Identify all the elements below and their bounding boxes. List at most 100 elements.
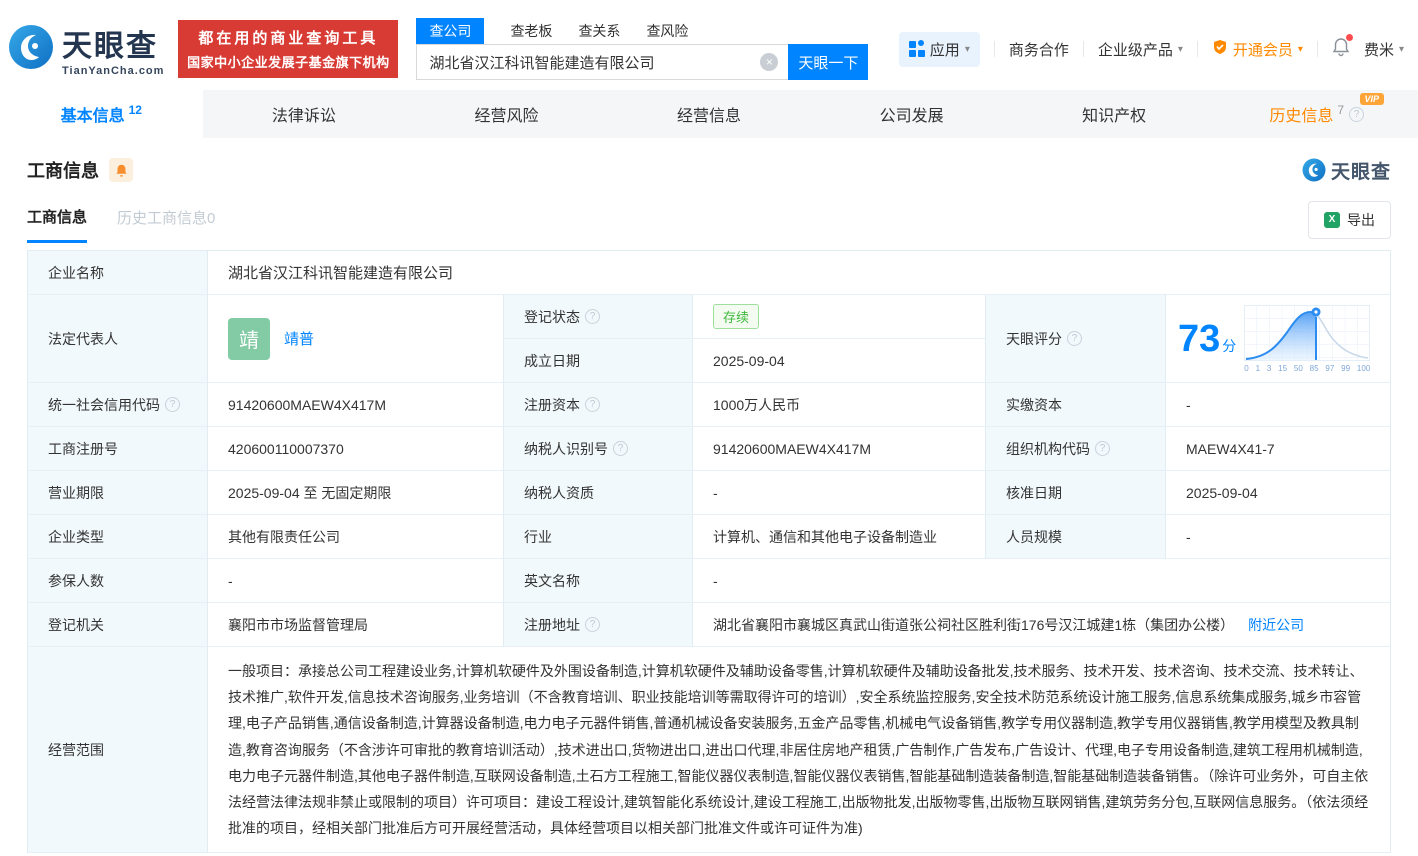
help-icon[interactable]: ?: [1095, 441, 1110, 456]
field-label-reg-authority: 登记机关: [28, 603, 208, 647]
field-label-text: 组织机构代码: [1006, 439, 1090, 459]
field-value-insured-count: -: [208, 559, 504, 603]
field-label-english-name: 英文名称: [504, 559, 693, 603]
field-label-org-code: 组织机构代码 ?: [986, 427, 1166, 471]
field-value-reg-status: 存续: [693, 295, 986, 339]
subtab-business-info[interactable]: 工商信息: [27, 206, 87, 243]
legal-rep-name-link[interactable]: 靖普: [284, 328, 314, 349]
tianyancha-logo[interactable]: 天眼查 TianYanCha.com: [8, 21, 164, 77]
score-axis-labels: 0131550859799100: [1244, 364, 1370, 373]
vip-label: 开通会员: [1233, 39, 1293, 60]
tab-intellectual-property[interactable]: 知识产权: [1013, 90, 1216, 138]
notification-bell-icon[interactable]: [1332, 37, 1350, 61]
field-value-staff-size: -: [1166, 515, 1391, 559]
field-value-approval-date: 2025-09-04: [1166, 471, 1391, 515]
address-text: 湖北省襄阳市襄城区真武山街道张公祠社区胜利街176号汉江城建1栋（集团办公楼）: [713, 615, 1234, 635]
app-grid-icon: [909, 41, 925, 57]
excel-icon: X: [1324, 212, 1340, 228]
tab-label: 历史信息: [1269, 102, 1333, 126]
field-value-establish-date: 2025-09-04: [693, 339, 986, 383]
watermark-logo: 天眼查: [1302, 157, 1391, 184]
subtab-history-business-info[interactable]: 历史工商信息0: [117, 207, 215, 241]
search-tab-risk[interactable]: 查风险: [646, 18, 688, 44]
search-button[interactable]: 天眼一下: [788, 44, 868, 80]
tab-label: 知识产权: [1082, 102, 1146, 126]
field-value-company-name: 湖北省汉江科讯智能建造有限公司: [208, 251, 1391, 295]
top-menu: 应用 ▾ 商务合作 企业级产品 ▾ 开通会员 ▾: [899, 32, 1404, 67]
user-menu[interactable]: 费米 ▾: [1364, 39, 1404, 60]
export-label: 导出: [1347, 210, 1375, 230]
help-icon[interactable]: ?: [1349, 107, 1364, 122]
cooperation-menu[interactable]: 商务合作: [1009, 39, 1069, 60]
field-label-paid-capital: 实缴资本: [986, 383, 1166, 427]
field-value-business-scope: 一般项目：承接总公司工程建设业务,计算机软硬件及外围设备制造,计算机软硬件及辅助…: [208, 647, 1391, 853]
field-value-reg-number: 420600110007370: [208, 427, 504, 471]
field-label-text: 统一社会信用代码: [48, 395, 160, 415]
watermark-text: 天眼查: [1331, 157, 1391, 184]
field-label-business-scope: 经营范围: [28, 647, 208, 853]
search-input[interactable]: [416, 44, 788, 80]
field-label-credit-code: 统一社会信用代码 ?: [28, 383, 208, 427]
chevron-down-icon: ▾: [965, 44, 970, 55]
divider: [1083, 41, 1084, 57]
help-icon[interactable]: ?: [1067, 331, 1082, 346]
tab-basic-info[interactable]: 基本信息 12: [0, 90, 203, 138]
field-value-credit-code: 91420600MAEW4X417M: [208, 383, 504, 427]
help-icon[interactable]: ?: [613, 441, 628, 456]
nearby-companies-link[interactable]: 附近公司: [1248, 615, 1304, 635]
avatar[interactable]: 靖: [228, 318, 270, 360]
slogan-banner: 都在用的商业查询工具 国家中小企业发展子基金旗下机构: [178, 20, 398, 78]
field-label-legal-rep: 法定代表人: [28, 295, 208, 383]
search-tab-company[interactable]: 查公司: [416, 18, 484, 44]
field-value-org-code: MAEW4X41-7: [1166, 427, 1391, 471]
logo-text-cn: 天眼查: [62, 21, 164, 65]
help-icon[interactable]: ?: [585, 397, 600, 412]
tab-operating-risk[interactable]: 经营风险: [405, 90, 608, 138]
tianyancha-swirl-icon: [1302, 158, 1326, 182]
chevron-down-icon: ▾: [1399, 44, 1404, 55]
field-label-reg-address: 注册地址 ?: [504, 603, 693, 647]
field-label-text: 登记状态: [524, 307, 580, 327]
search-tab-relation[interactable]: 查关系: [578, 18, 620, 44]
field-value-reg-authority: 襄阳市市场监督管理局: [208, 603, 504, 647]
field-label-reg-status: 登记状态 ?: [504, 295, 693, 339]
field-label-industry: 行业: [504, 515, 693, 559]
main-content: 工商信息 天眼查 工商信息 历史工商信息0 X 导出: [0, 154, 1418, 853]
tab-label: 经营信息: [677, 102, 741, 126]
export-button[interactable]: X 导出: [1308, 201, 1391, 239]
field-label-score: 天眼评分 ?: [986, 295, 1166, 383]
score-distribution-chart[interactable]: 0131550859799100: [1244, 305, 1370, 373]
subscribe-bell-icon[interactable]: [109, 158, 133, 182]
score-unit: 分: [1222, 338, 1236, 354]
field-label-business-term: 营业期限: [28, 471, 208, 515]
divider: [1317, 41, 1318, 57]
help-icon[interactable]: ?: [165, 397, 180, 412]
business-info-table: 企业名称 湖北省汉江科讯智能建造有限公司 法定代表人 靖 靖普 登记状态 ? 存…: [27, 250, 1391, 853]
apps-menu[interactable]: 应用 ▾: [899, 32, 980, 67]
username-label: 费米: [1364, 39, 1394, 60]
field-label-reg-capital: 注册资本 ?: [504, 383, 693, 427]
vip-menu[interactable]: 开通会员 ▾: [1212, 39, 1303, 60]
tianyancha-swirl-icon: [8, 24, 54, 75]
tab-legal-proceedings[interactable]: 法律诉讼: [203, 90, 406, 138]
search-tab-boss[interactable]: 查老板: [510, 18, 552, 44]
field-label-approval-date: 核准日期: [986, 471, 1166, 515]
search-area: 查公司 查老板 查关系 查风险 × 天眼一下: [416, 18, 868, 80]
field-value-business-term: 2025-09-04 至 无固定期限: [208, 471, 504, 515]
field-label-text: 注册地址: [524, 615, 580, 635]
help-icon[interactable]: ?: [585, 617, 600, 632]
enterprise-menu[interactable]: 企业级产品 ▾: [1098, 39, 1183, 60]
page-title: 工商信息: [27, 157, 99, 183]
field-value-industry: 计算机、通信和其他电子设备制造业: [693, 515, 986, 559]
tab-label: 基本信息: [61, 102, 125, 126]
field-label-taxpayer-id: 纳税人识别号 ?: [504, 427, 693, 471]
score-value: 73: [1178, 318, 1220, 360]
tab-operating-info[interactable]: 经营信息: [608, 90, 811, 138]
tab-history-info[interactable]: 历史信息 7 ? VIP: [1215, 90, 1418, 138]
cooperation-label: 商务合作: [1009, 39, 1069, 60]
field-label-staff-size: 人员规模: [986, 515, 1166, 559]
field-value-company-type: 其他有限责任公司: [208, 515, 504, 559]
vip-shield-icon: [1212, 39, 1228, 59]
help-icon[interactable]: ?: [585, 309, 600, 324]
tab-company-development[interactable]: 公司发展: [810, 90, 1013, 138]
